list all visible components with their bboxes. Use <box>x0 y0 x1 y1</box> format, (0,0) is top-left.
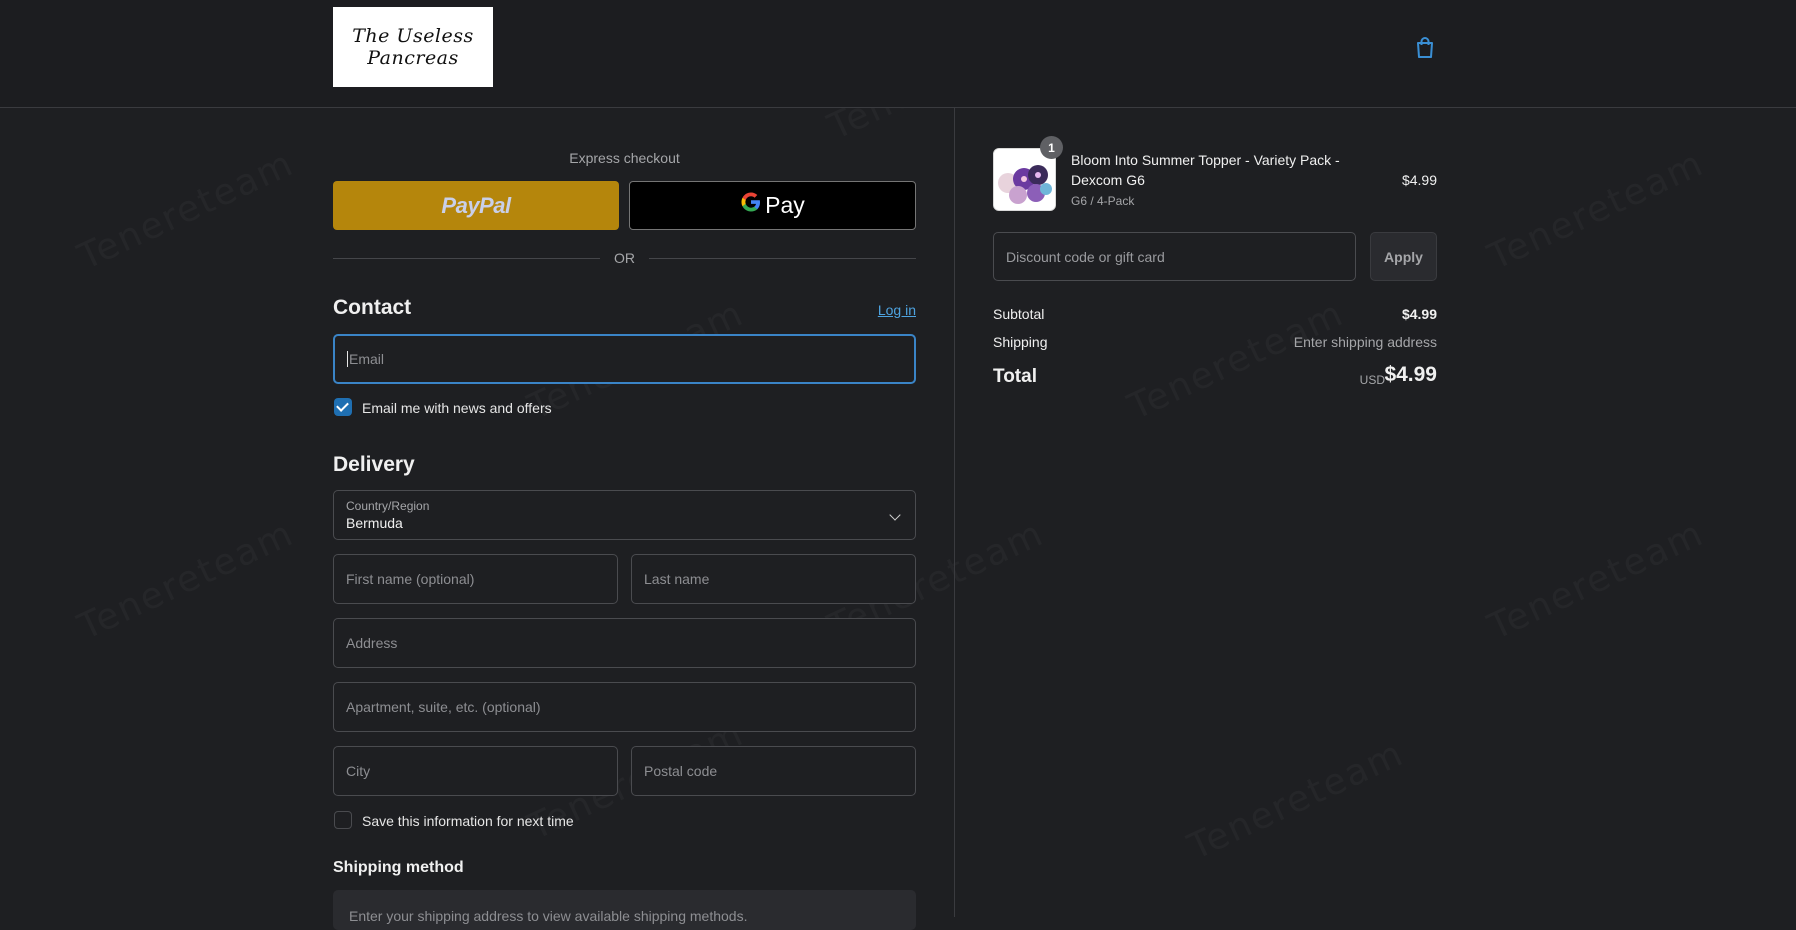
country-select[interactable]: Country/Region Bermuda <box>333 490 916 540</box>
total-currency: USD <box>1359 373 1385 387</box>
discount-code-field[interactable]: Discount code or gift card <box>993 232 1356 281</box>
last-name-placeholder: Last name <box>644 571 710 587</box>
chevron-down-icon <box>889 509 901 521</box>
subtotal-value: $4.99 <box>1401 306 1437 322</box>
shopping-bag-icon[interactable] <box>1414 36 1436 60</box>
total-value: $4.99 <box>1384 363 1437 386</box>
logo-line-2: Pancreas <box>367 47 459 69</box>
country-label: Country/Region <box>346 499 430 513</box>
logo-line-1: The Useless <box>352 25 474 47</box>
quantity-badge: 1 <box>1040 136 1063 159</box>
address-field[interactable]: Address <box>333 618 916 668</box>
country-value: Bermuda <box>346 515 403 531</box>
shipping-method-message: Enter your shipping address to view avai… <box>349 908 748 924</box>
watermark: Tenereteam <box>1482 143 1710 278</box>
apply-discount-button[interactable]: Apply <box>1370 232 1437 281</box>
newsletter-label: Email me with news and offers <box>362 400 552 416</box>
product-variant: G6 / 4-Pack <box>1071 194 1135 208</box>
postal-code-placeholder: Postal code <box>644 763 718 779</box>
email-field[interactable]: Email <box>333 334 916 384</box>
divider-line <box>649 258 916 259</box>
express-checkout-label: Express checkout <box>569 150 680 166</box>
save-info-label: Save this information for next time <box>362 813 574 829</box>
delivery-heading: Delivery <box>333 453 415 476</box>
watermark: Tenereteam <box>72 513 300 648</box>
google-g-icon <box>740 191 762 220</box>
shipping-value: Enter shipping address <box>1293 334 1437 350</box>
watermark: Tenereteam <box>72 143 300 278</box>
text-caret <box>347 351 348 367</box>
apartment-placeholder: Apartment, suite, etc. (optional) <box>346 699 541 715</box>
first-name-field[interactable]: First name (optional) <box>333 554 618 604</box>
paypal-button[interactable]: PayPal <box>333 181 619 230</box>
discount-placeholder: Discount code or gift card <box>1006 248 1165 265</box>
watermark: Tenereteam <box>1182 733 1410 868</box>
apartment-field[interactable]: Apartment, suite, etc. (optional) <box>333 682 916 732</box>
paypal-logo: PayPal <box>441 192 511 218</box>
newsletter-checkbox[interactable] <box>334 398 352 416</box>
google-pay-button[interactable]: Pay <box>629 181 916 230</box>
postal-code-field[interactable]: Postal code <box>631 746 916 796</box>
shipping-method-heading: Shipping method <box>333 859 464 876</box>
column-divider <box>954 108 955 917</box>
address-placeholder: Address <box>346 635 398 651</box>
product-title: Bloom Into Summer Topper - Variety Pack … <box>1071 152 1340 188</box>
product-price: $4.99 <box>1401 172 1437 188</box>
subtotal-label: Subtotal <box>993 306 1045 322</box>
watermark: Tenereteam <box>1482 513 1710 648</box>
shipping-method-box: Enter your shipping address to view avai… <box>333 890 916 930</box>
city-field[interactable]: City <box>333 746 618 796</box>
email-placeholder: Email <box>349 351 385 367</box>
save-info-checkbox[interactable] <box>334 811 352 829</box>
last-name-field[interactable]: Last name <box>631 554 916 604</box>
checkout-header: The Useless Pancreas <box>0 0 1796 108</box>
or-divider: OR <box>333 249 916 267</box>
shipping-label: Shipping <box>993 334 1048 350</box>
watermark: Tenereteam <box>1122 293 1350 428</box>
login-link[interactable]: Log in <box>878 302 916 318</box>
city-placeholder: City <box>346 763 371 779</box>
total-label: Total <box>993 366 1037 387</box>
first-name-placeholder: First name (optional) <box>346 571 475 587</box>
store-logo[interactable]: The Useless Pancreas <box>333 7 493 87</box>
google-pay-label: Pay <box>765 192 805 218</box>
contact-heading: Contact <box>333 296 412 319</box>
